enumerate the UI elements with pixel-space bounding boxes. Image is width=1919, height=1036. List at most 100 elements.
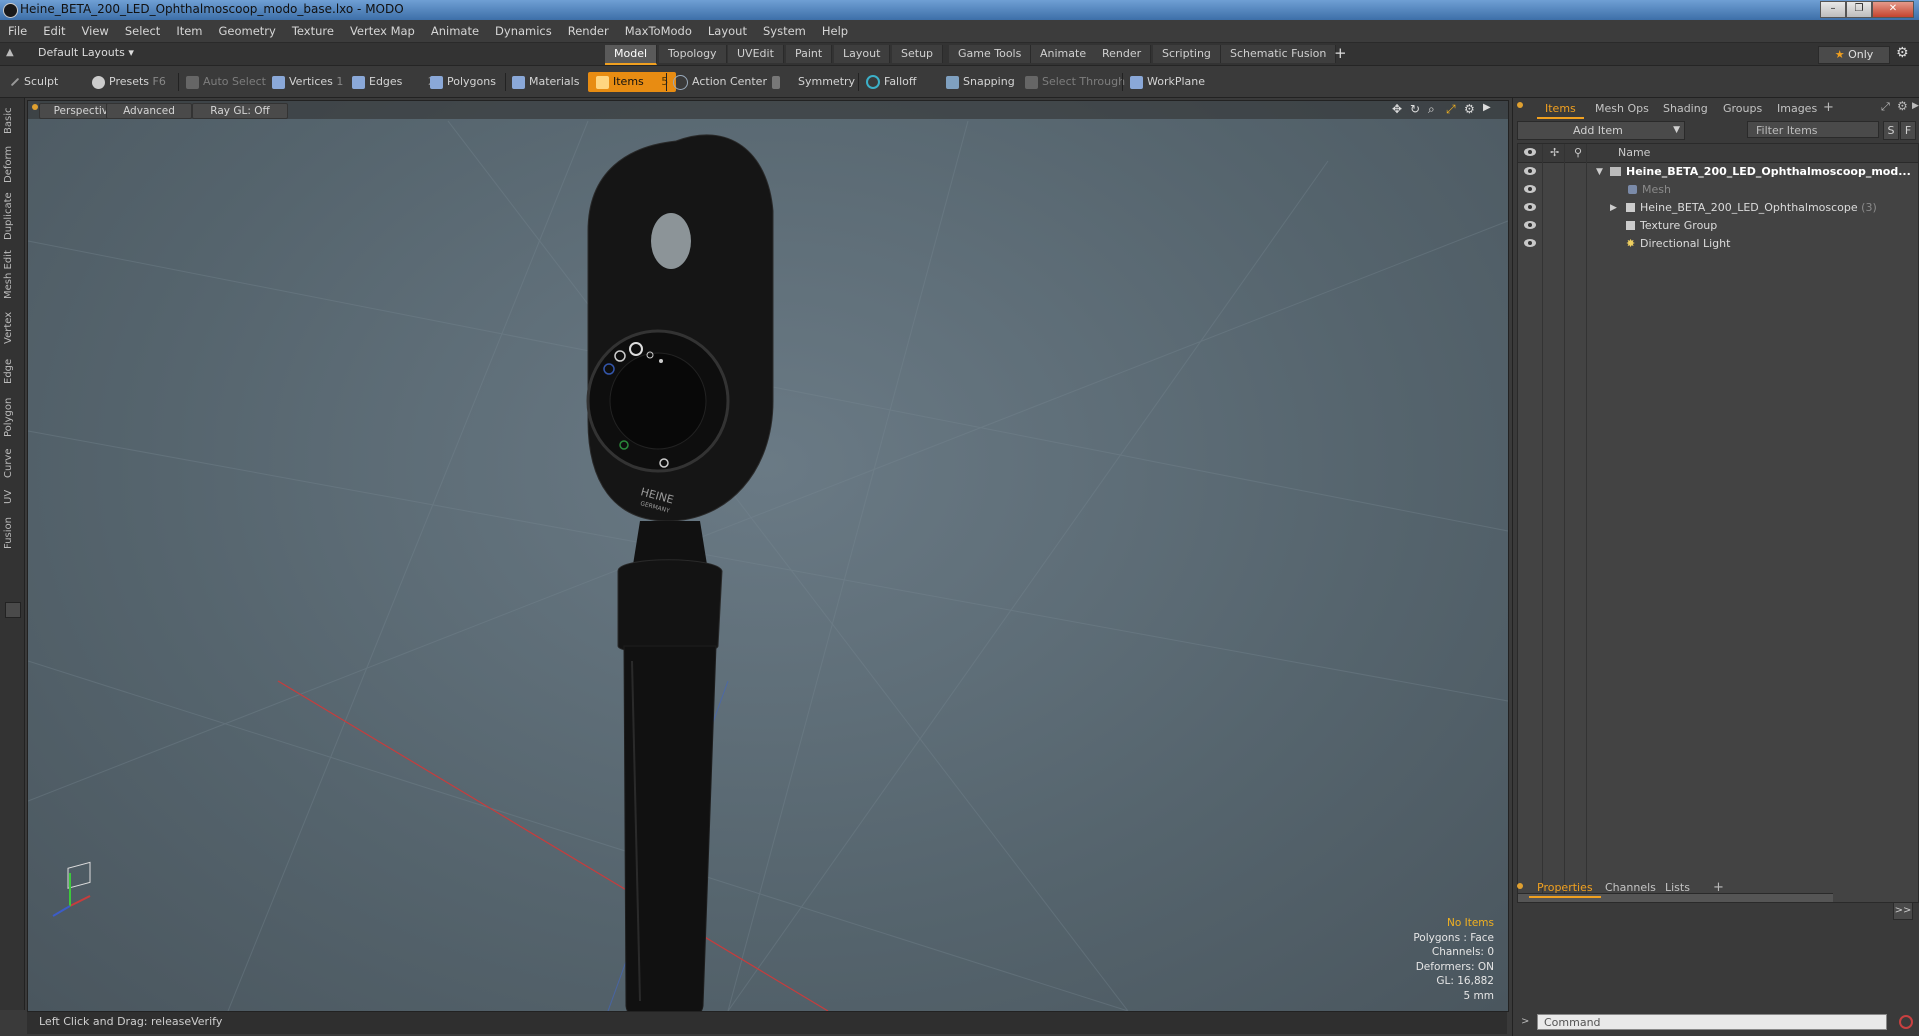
- panel-popout-icon[interactable]: ⤢: [1881, 100, 1890, 114]
- vtab-vertex[interactable]: Vertex: [3, 308, 21, 348]
- 3d-viewport[interactable]: HEINE GERMANY Perspective Advanced Ray G…: [27, 100, 1509, 1012]
- viewport-menu-dot-icon[interactable]: [32, 104, 38, 110]
- menu-view[interactable]: View: [74, 20, 117, 42]
- list-item[interactable]: ▼ Heine_BETA_200_LED_Ophthalmoscoop_mod.…: [1518, 163, 1918, 181]
- tab-setup[interactable]: Setup: [892, 45, 944, 63]
- presets-button[interactable]: Presets F6: [92, 72, 166, 92]
- menu-help[interactable]: Help: [814, 20, 856, 42]
- action-center-button[interactable]: Action Center: [673, 72, 767, 92]
- menu-render[interactable]: Render: [560, 20, 617, 42]
- tab-topology[interactable]: Topology: [659, 45, 727, 63]
- add-item-dropdown[interactable]: Add Item ▼: [1517, 121, 1685, 140]
- list-item[interactable]: Texture Group: [1518, 217, 1918, 235]
- vtab-edge[interactable]: Edge: [3, 354, 21, 388]
- visibility-eye-icon[interactable]: [1524, 221, 1536, 229]
- layout-selector[interactable]: Default Layouts ▾: [38, 46, 134, 59]
- menu-item[interactable]: Item: [168, 20, 210, 42]
- tab-paint[interactable]: Paint: [786, 45, 833, 63]
- menu-geometry[interactable]: Geometry: [211, 20, 284, 42]
- menu-dynamics[interactable]: Dynamics: [487, 20, 560, 42]
- polygons-button[interactable]: Polygons: [430, 72, 496, 92]
- menu-edit[interactable]: Edit: [35, 20, 73, 42]
- menu-select[interactable]: Select: [117, 20, 168, 42]
- list-item[interactable]: ✸ Directional Light: [1518, 235, 1918, 253]
- expand-properties-button[interactable]: >>: [1893, 902, 1913, 920]
- vtab-duplicate[interactable]: Duplicate: [3, 190, 21, 242]
- vtab-polygon[interactable]: Polygon: [3, 394, 21, 440]
- pan-icon[interactable]: ✥: [1392, 102, 1402, 116]
- tab-groups[interactable]: Groups: [1715, 101, 1770, 117]
- add-properties-tab-icon[interactable]: +: [1713, 880, 1724, 895]
- menu-animate[interactable]: Animate: [423, 20, 487, 42]
- command-stop-icon[interactable]: [1899, 1015, 1913, 1029]
- vtab-uv[interactable]: UV: [3, 486, 21, 508]
- filter-f-button[interactable]: F: [1900, 121, 1916, 140]
- vtab-curve[interactable]: Curve: [3, 446, 21, 480]
- tab-items[interactable]: Items: [1537, 101, 1584, 119]
- fit-icon[interactable]: ⤢: [1446, 102, 1456, 117]
- vtab-fusion[interactable]: Fusion: [3, 514, 21, 552]
- shading-mode-button[interactable]: Advanced: [106, 103, 192, 119]
- menu-layout[interactable]: Layout: [700, 20, 755, 42]
- add-tab-button[interactable]: +: [1334, 44, 1347, 62]
- items-button[interactable]: Items 5: [588, 72, 677, 92]
- rotate-icon[interactable]: ↻: [1410, 102, 1420, 116]
- collapse-arrow-icon[interactable]: ▼: [1596, 163, 1603, 181]
- layout-collapse-icon[interactable]: ▲: [6, 47, 14, 58]
- menu-file[interactable]: File: [0, 20, 35, 42]
- tab-lists[interactable]: Lists: [1657, 880, 1698, 896]
- menu-maxtomodo[interactable]: MaxToModo: [617, 20, 700, 42]
- expand-arrow-icon[interactable]: ▶: [1610, 199, 1617, 217]
- visibility-eye-icon[interactable]: [1524, 185, 1536, 193]
- tab-images[interactable]: Images: [1769, 101, 1825, 117]
- tab-channels[interactable]: Channels: [1597, 880, 1664, 896]
- select-through-button[interactable]: Select Through: [1025, 72, 1125, 92]
- vtab-mesh-edit[interactable]: Mesh Edit: [3, 248, 21, 302]
- command-input[interactable]: Command: [1537, 1014, 1887, 1030]
- properties-menu-dot-icon[interactable]: [1517, 883, 1523, 889]
- visibility-eye-icon[interactable]: [1524, 203, 1536, 211]
- ophthalmoscope-model[interactable]: HEINE GERMANY: [586, 134, 774, 1011]
- panel-expand-icon[interactable]: ▶: [1912, 101, 1919, 111]
- list-item[interactable]: Mesh: [1518, 181, 1918, 199]
- tab-layout[interactable]: Layout: [834, 45, 891, 63]
- visibility-eye-icon[interactable]: [1524, 167, 1536, 175]
- vtab-basic[interactable]: Basic: [3, 104, 21, 138]
- menu-vertex-map[interactable]: Vertex Map: [342, 20, 423, 42]
- tab-uvedit[interactable]: UVEdit: [728, 45, 784, 63]
- viewport-settings-icon[interactable]: ⚙: [1464, 102, 1475, 116]
- materials-button[interactable]: Materials: [512, 72, 579, 92]
- visibility-eye-icon[interactable]: [1524, 239, 1536, 247]
- menu-system[interactable]: System: [755, 20, 814, 42]
- minimize-button[interactable]: –: [1820, 1, 1846, 18]
- gear-icon[interactable]: ⚙: [1896, 45, 1909, 61]
- snapping-button[interactable]: Snapping: [946, 72, 1015, 92]
- tab-schematic-fusion[interactable]: Schematic Fusion: [1221, 45, 1337, 63]
- raygl-button[interactable]: Ray GL: Off: [192, 103, 288, 119]
- tab-render[interactable]: Render: [1093, 45, 1152, 63]
- viewport-expand-icon[interactable]: ▶: [1483, 102, 1491, 113]
- left-panel-toggle[interactable]: [5, 602, 21, 618]
- name-column-header[interactable]: Name: [1618, 144, 1650, 162]
- workplane-button[interactable]: WorkPlane: [1130, 72, 1205, 92]
- vtab-deform[interactable]: Deform: [3, 144, 21, 184]
- zoom-icon[interactable]: ⌕: [1428, 102, 1435, 117]
- tab-model[interactable]: Model: [605, 45, 658, 65]
- tab-scripting[interactable]: Scripting: [1153, 45, 1221, 63]
- list-item[interactable]: ▶ Heine_BETA_200_LED_Ophthalmoscope (3): [1518, 199, 1918, 217]
- auto-select-button[interactable]: Auto Select: [186, 72, 266, 92]
- symmetry-button[interactable]: Symmetry: [772, 72, 855, 92]
- panel-settings-icon[interactable]: ⚙: [1897, 99, 1908, 113]
- tab-properties[interactable]: Properties: [1529, 880, 1601, 898]
- close-button[interactable]: ✕: [1872, 1, 1914, 18]
- menu-texture[interactable]: Texture: [284, 20, 342, 42]
- filter-s-button[interactable]: S: [1883, 121, 1899, 140]
- tab-shading[interactable]: Shading: [1655, 101, 1716, 117]
- panel-menu-dot-icon[interactable]: [1517, 102, 1523, 108]
- sculpt-button[interactable]: Sculpt: [10, 72, 58, 92]
- maximize-button[interactable]: ❐: [1846, 1, 1872, 18]
- only-toggle[interactable]: ★ Only: [1818, 46, 1890, 64]
- vertices-button[interactable]: Vertices 1: [272, 72, 343, 92]
- tab-game-tools[interactable]: Game Tools: [949, 45, 1032, 63]
- tab-mesh-ops[interactable]: Mesh Ops: [1587, 101, 1657, 117]
